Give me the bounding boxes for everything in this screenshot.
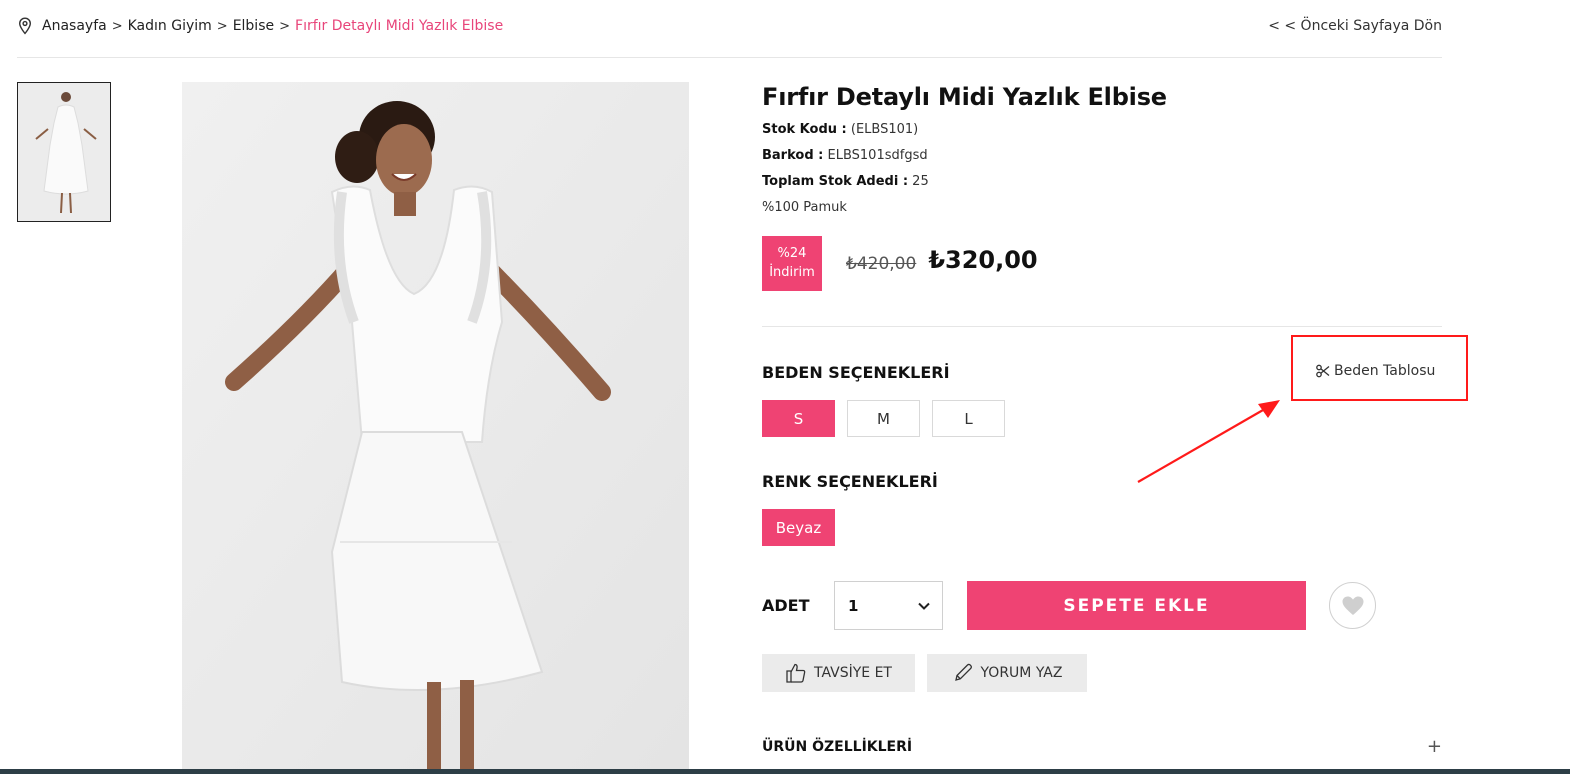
header-divider	[17, 57, 1442, 58]
stock-qty-value: 25	[912, 174, 929, 189]
size-options-title: BEDEN SEÇENEKLERİ	[762, 363, 950, 382]
recommend-button[interactable]: TAVSİYE ET	[762, 654, 915, 692]
dress-photo	[182, 82, 689, 774]
breadcrumb-separator: >	[111, 18, 123, 34]
heart-icon	[1342, 596, 1363, 615]
stock-code-label: Stok Kodu :	[762, 122, 847, 137]
color-option-white[interactable]: Beyaz	[762, 509, 835, 546]
bottom-strip	[0, 769, 1570, 774]
write-review-label: YORUM YAZ	[980, 665, 1063, 681]
add-to-cart-button[interactable]: SEPETE EKLE	[967, 581, 1306, 630]
breadcrumb-separator: >	[216, 18, 228, 34]
material-text: %100 Pamuk	[762, 200, 847, 215]
stock-qty-label: Toplam Stok Adedi :	[762, 174, 909, 189]
old-price: ₺420,00	[846, 253, 917, 274]
stock-qty-row: Toplam Stok Adedi : 25	[762, 169, 1442, 195]
barcode-row: Barkod : ELBS101sdfgsd	[762, 143, 1442, 169]
dress-photo-thumbnail	[18, 83, 110, 221]
breadcrumb-category[interactable]: Kadın Giyim	[128, 18, 212, 34]
product-features-title: ÜRÜN ÖZELLİKLERİ	[762, 738, 913, 755]
quantity-label: ADET	[762, 596, 810, 615]
breadcrumb-subcategory[interactable]: Elbise	[233, 18, 274, 34]
chevron-down-icon	[918, 602, 930, 610]
size-options: S M L	[762, 400, 1005, 437]
quantity-select[interactable]: 1	[834, 581, 943, 630]
size-option-l[interactable]: L	[932, 400, 1005, 437]
barcode-label: Barkod :	[762, 148, 824, 163]
product-title: Fırfır Detaylı Midi Yazlık Elbise	[762, 83, 1167, 111]
price-row: %24 İndirim ₺420,00 ₺320,00	[762, 236, 1038, 291]
breadcrumb: Anasayfa > Kadın Giyim > Elbise > Fırfır…	[17, 17, 503, 35]
write-review-button[interactable]: YORUM YAZ	[927, 654, 1087, 692]
color-options-title: RENK SEÇENEKLERİ	[762, 472, 938, 491]
price-divider	[762, 326, 1442, 327]
annotation-arrow-icon	[1137, 400, 1280, 483]
product-main-image[interactable]	[182, 82, 689, 774]
location-pin-icon	[18, 17, 32, 35]
favorite-button[interactable]	[1329, 582, 1376, 629]
stock-code-value: (ELBS101)	[850, 122, 919, 137]
pencil-icon	[954, 663, 972, 681]
breadcrumb-home[interactable]: Anasayfa	[42, 18, 107, 34]
barcode-value: ELBS101sdfgsd	[827, 148, 928, 163]
thumbs-up-icon	[786, 663, 806, 683]
plus-icon: +	[1426, 736, 1442, 757]
top-bar: Anasayfa > Kadın Giyim > Elbise > Fırfır…	[17, 14, 1442, 38]
new-price: ₺320,00	[928, 245, 1038, 274]
product-thumbnail[interactable]	[17, 82, 111, 222]
product-features-accordion[interactable]: ÜRÜN ÖZELLİKLERİ +	[762, 736, 1442, 757]
breadcrumb-separator: >	[279, 18, 291, 34]
back-link[interactable]: < < Önceki Sayfaya Dön	[1268, 18, 1442, 34]
size-option-s[interactable]: S	[762, 400, 835, 437]
discount-label: İndirim	[769, 265, 815, 280]
breadcrumb-current: Fırfır Detaylı Midi Yazlık Elbise	[295, 18, 504, 34]
product-meta: Stok Kodu : (ELBS101) Barkod : ELBS101sd…	[762, 117, 1442, 221]
stock-code-row: Stok Kodu : (ELBS101)	[762, 117, 1442, 143]
product-info: Fırfır Detaylı Midi Yazlık Elbise Stok K…	[762, 82, 1442, 221]
size-option-m[interactable]: M	[847, 400, 920, 437]
quantity-value: 1	[848, 596, 859, 615]
discount-badge: %24 İndirim	[762, 236, 822, 291]
annotation-highlight-box	[1291, 335, 1468, 401]
discount-percent: %24	[777, 246, 807, 261]
recommend-label: TAVSİYE ET	[814, 665, 892, 681]
